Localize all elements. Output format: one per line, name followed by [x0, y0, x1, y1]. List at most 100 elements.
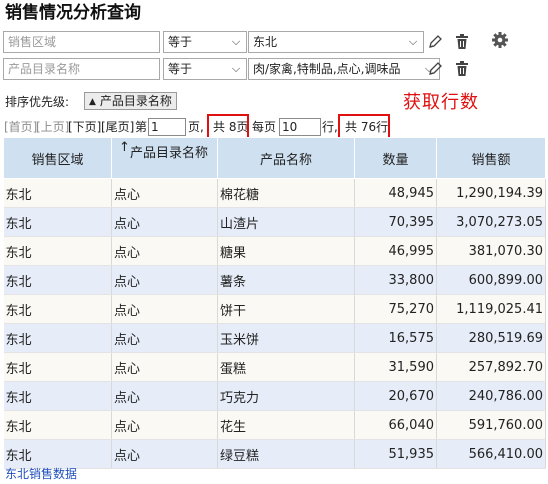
column-header-sales[interactable]: 销售额	[436, 137, 546, 179]
value-text: 肉/家禽,特制品,点心,调味品	[253, 62, 401, 76]
cell-region: 东北	[3, 323, 112, 353]
pencil-icon[interactable]	[427, 60, 443, 78]
field-input-2[interactable]: 产品目录名称	[3, 58, 160, 80]
cell-quantity: 31,590	[354, 352, 437, 382]
cell-product: 棉花糖	[217, 178, 355, 208]
column-header-region[interactable]: 销售区域	[3, 137, 112, 179]
cell-product: 饼干	[217, 294, 355, 324]
cell-category: 点心	[111, 381, 218, 411]
value-select-1[interactable]: 东北 ⌵	[248, 31, 424, 53]
cell-category: 点心	[111, 236, 218, 266]
cell-region: 东北	[3, 178, 112, 208]
cell-sales: 1,290,194.39	[436, 178, 546, 208]
operator-value: 等于	[168, 62, 193, 76]
trash-icon[interactable]	[454, 33, 470, 51]
page-prefix: 第	[135, 120, 148, 134]
cell-region: 东北	[3, 410, 112, 440]
operator-select-1[interactable]: 等于 ⌵	[163, 31, 247, 53]
sort-chip-label: 产品目录名称	[99, 94, 172, 108]
cell-sales: 591,760.00	[436, 410, 546, 440]
cell-product: 薯条	[217, 265, 355, 295]
table-row[interactable]: 东北 点心 玉米饼 16,575 280,519.69	[3, 323, 546, 353]
cell-region: 东北	[3, 294, 112, 324]
cell-product: 糖果	[217, 236, 355, 266]
table-row[interactable]: 东北 点心 薯条 33,800 600,899.00	[3, 265, 546, 295]
cell-region: 东北	[3, 236, 112, 266]
cell-quantity: 75,270	[354, 294, 437, 324]
cell-sales: 1,119,025.41	[436, 294, 546, 324]
cell-product: 花生	[217, 410, 355, 440]
value-text: 东北	[253, 35, 278, 49]
cell-category: 点心	[111, 207, 218, 237]
annotation-text: 获取行数	[403, 92, 479, 113]
cell-quantity: 66,040	[354, 410, 437, 440]
pager-prev[interactable]: [上页]	[36, 117, 69, 137]
per-page-input[interactable]: 10	[279, 118, 321, 136]
value-select-2[interactable]: 肉/家禽,特制品,点心,调味品 ⌵	[248, 58, 440, 80]
cell-category: 点心	[111, 265, 218, 295]
page-title: 销售情况分析查询	[5, 3, 141, 23]
cell-category: 点心	[111, 410, 218, 440]
sort-priority-label: 排序优先级:	[5, 95, 70, 109]
cell-region: 东北	[3, 352, 112, 382]
cell-quantity: 46,995	[354, 236, 437, 266]
table-row[interactable]: 东北 点心 绿豆糕 51,935 566,410.00	[3, 439, 546, 469]
cell-category: 点心	[111, 323, 218, 353]
chevron-down-icon: ⌵	[408, 35, 418, 48]
column-header-category-label: 产品目录名称	[130, 146, 209, 161]
highlight-box-rows	[338, 114, 390, 139]
field-input-1[interactable]: 销售区域	[3, 31, 160, 53]
table-row[interactable]: 东北 点心 糖果 46,995 381,070.30	[3, 236, 546, 266]
gear-icon[interactable]	[491, 31, 509, 49]
cell-product: 巧克力	[217, 381, 355, 411]
chevron-down-icon: ⌵	[231, 35, 241, 48]
table-row[interactable]: 东北 点心 蛋糕 31,590 257,892.70	[3, 352, 546, 382]
operator-value: 等于	[168, 35, 193, 49]
cell-region: 东北	[3, 381, 112, 411]
chevron-down-icon: ⌵	[231, 62, 241, 75]
table-row[interactable]: 东北 点心 山渣片 70,395 3,070,273.05	[3, 207, 546, 237]
cell-sales: 257,892.70	[436, 352, 546, 382]
data-table: 销售区域 ↑ 产品目录名称 产品名称 数量 销售额 东北 点心 棉花糖 48,945 1…	[3, 137, 546, 469]
cell-quantity: 51,935	[354, 439, 437, 469]
per-page-label: 每页	[252, 120, 277, 134]
column-header-category[interactable]: ↑ 产品目录名称	[111, 137, 218, 179]
cell-sales: 566,410.00	[436, 439, 546, 469]
highlight-box-pages	[207, 114, 249, 139]
pager-first[interactable]: [首页]	[4, 117, 37, 137]
sort-arrow-icon: ↑	[119, 140, 130, 155]
cell-sales: 280,519.69	[436, 323, 546, 353]
cell-product: 绿豆糕	[217, 439, 355, 469]
footer-link[interactable]: 东北销售数据	[5, 466, 77, 482]
pencil-icon[interactable]	[427, 33, 443, 51]
cell-category: 点心	[111, 294, 218, 324]
cell-sales: 240,786.00	[436, 381, 546, 411]
column-header-product[interactable]: 产品名称	[217, 137, 355, 179]
cell-category: 点心	[111, 439, 218, 469]
cell-quantity: 20,670	[354, 381, 437, 411]
table-row[interactable]: 东北 点心 棉花糖 48,945 1,290,194.39	[3, 178, 546, 208]
cell-category: 点心	[111, 178, 218, 208]
cell-product: 玉米饼	[217, 323, 355, 353]
cell-category: 点心	[111, 352, 218, 382]
table-row[interactable]: 东北 点心 巧克力 20,670 240,786.00	[3, 381, 546, 411]
pager-last[interactable]: [尾页]	[101, 117, 134, 137]
cell-region: 东北	[3, 207, 112, 237]
cell-product: 蛋糕	[217, 352, 355, 382]
table-row[interactable]: 东北 点心 饼干 75,270 1,119,025.41	[3, 294, 546, 324]
cell-quantity: 33,800	[354, 265, 437, 295]
operator-select-2[interactable]: 等于 ⌵	[163, 58, 247, 80]
rows-suffix: 行,	[322, 120, 338, 134]
sort-chip[interactable]: ▲ 产品目录名称	[84, 92, 177, 110]
cell-product: 山渣片	[217, 207, 355, 237]
table-row[interactable]: 东北 点心 花生 66,040 591,760.00	[3, 410, 546, 440]
pager-next[interactable]: [下页]	[68, 117, 101, 137]
column-header-quantity[interactable]: 数量	[354, 137, 437, 179]
trash-icon[interactable]	[454, 60, 470, 78]
page-number-input[interactable]: 1	[148, 118, 186, 136]
cell-region: 东北	[3, 265, 112, 295]
cell-sales: 600,899.00	[436, 265, 546, 295]
cell-region: 东北	[3, 439, 112, 469]
cell-sales: 3,070,273.05	[436, 207, 546, 237]
cell-sales: 381,070.30	[436, 236, 546, 266]
